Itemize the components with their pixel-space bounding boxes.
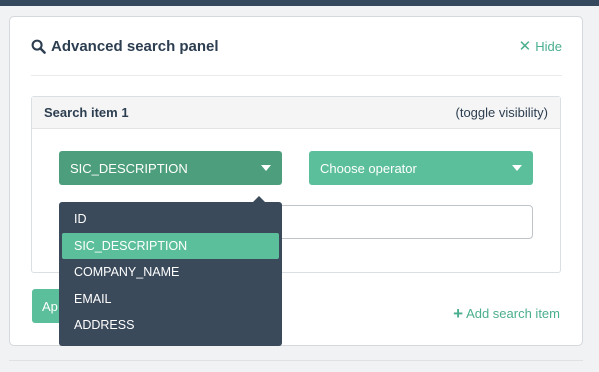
search-item-header: Search item 1 (toggle visibility) bbox=[32, 97, 560, 129]
dropdown-option[interactable]: ID bbox=[62, 206, 279, 233]
hide-button[interactable]: ✕ Hide bbox=[519, 36, 562, 56]
operator-select[interactable]: Choose operator bbox=[309, 151, 533, 185]
top-bar bbox=[0, 0, 599, 6]
add-search-item-button[interactable]: + Add search item bbox=[453, 304, 560, 322]
field-select-value: SIC_DESCRIPTION bbox=[70, 160, 188, 176]
panel-title: Advanced search panel bbox=[31, 36, 219, 56]
apply-button-label: Ap bbox=[42, 298, 58, 314]
dropdown-option[interactable]: ADDRESS bbox=[62, 312, 279, 339]
field-select[interactable]: SIC_DESCRIPTION bbox=[59, 151, 282, 185]
panel-title-text: Advanced search panel bbox=[51, 37, 219, 55]
close-icon: ✕ bbox=[518, 38, 532, 55]
panel-header: Advanced search panel ✕ Hide bbox=[31, 36, 562, 76]
search-icon bbox=[31, 39, 46, 54]
dropdown-option[interactable]: COMPANY_NAME bbox=[62, 259, 279, 286]
caret-down-icon bbox=[512, 165, 522, 171]
hide-label: Hide bbox=[535, 38, 562, 54]
dropdown-option[interactable]: SIC_DESCRIPTION bbox=[62, 232, 279, 259]
search-item-title: Search item 1 bbox=[44, 105, 129, 120]
toggle-visibility-link[interactable]: (toggle visibility) bbox=[456, 105, 548, 120]
caret-down-icon bbox=[261, 165, 271, 171]
divider bbox=[9, 360, 583, 361]
operator-select-value: Choose operator bbox=[320, 160, 417, 176]
dropdown-option[interactable]: EMAIL bbox=[62, 286, 279, 313]
dropdown-options-list: ID SIC_DESCRIPTION COMPANY_NAME EMAIL ADDRES… bbox=[59, 202, 282, 339]
dropdown-pointer bbox=[252, 196, 266, 203]
add-search-item-label: Add search item bbox=[466, 305, 560, 321]
field-dropdown-menu: ID SIC_DESCRIPTION COMPANY_NAME EMAIL ADDRES… bbox=[59, 202, 282, 346]
plus-icon: + bbox=[453, 303, 464, 323]
